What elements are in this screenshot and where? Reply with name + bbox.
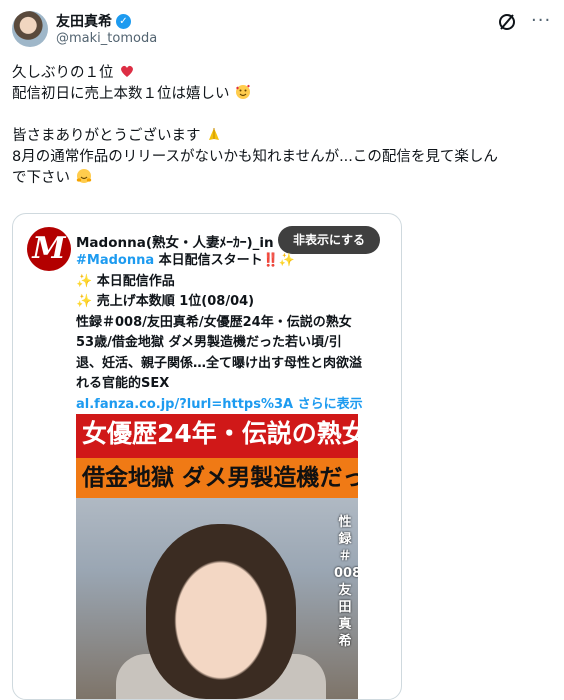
quoted-line: al.fanza.co.jp/?lurl=https%3A さらに表示 <box>76 395 394 416</box>
quoted-line: ✨ 本日配信作品 <box>76 272 394 293</box>
sparkles-icon: ✨ <box>278 253 296 268</box>
avatar[interactable] <box>12 11 48 47</box>
quoted-line: 性録＃008/友田真希/女優歴24年・伝説の熟女 <box>76 314 352 330</box>
cover-portrait <box>146 524 296 699</box>
cover-subtitle-band: 借金地獄 ダメ男製造機だった若い頃 <box>76 458 358 498</box>
grok-slash-icon[interactable] <box>497 12 517 32</box>
quoted-line: 53歳/借金地獄 ダメ男製造機だった若い頃/引 <box>76 335 342 350</box>
external-link[interactable]: al.fanza.co.jp/?lurl=https%3A <box>76 397 293 412</box>
tweet-line-text: 配信初日に売上本数１位は嬉しい <box>12 86 230 102</box>
tweet-line: 配信初日に売上本数１位は嬉しい <box>12 84 552 105</box>
smiling-hearts-icon <box>236 84 251 99</box>
verified-badge-icon: ✓ <box>116 13 131 29</box>
author-name[interactable]: 友田真希 <box>56 11 112 31</box>
tweet-line: 久しぶりの１位 <box>12 63 552 84</box>
cover-vertical-text: 性録＃008/友田真希 <box>334 515 358 649</box>
tweet-text: 久しぶりの１位 配信初日に売上本数１位は嬉しい 皆さまありがとうございます 8月… <box>12 63 552 189</box>
quoted-line: れる官能的SEX <box>76 376 170 391</box>
quoted-avatar-logo[interactable]: M <box>27 227 71 271</box>
cover-title-band: 女優歴24年・伝説の熟女53歳 <box>76 414 358 458</box>
quoted-line: ✨ 売上げ本数順 1位(08/04) <box>76 292 394 313</box>
tweet-line-text: 8月の通常作品のリリースがないかも知れませんが...この配信を見て楽しん <box>12 149 498 165</box>
quoted-line-text: 本日配信スタート <box>154 253 263 268</box>
heart-icon <box>121 65 134 77</box>
folded-hands-icon <box>209 128 220 140</box>
tweet-line: で下さい <box>12 168 552 189</box>
author-handle[interactable]: @maki_tomoda <box>56 31 157 46</box>
more-icon[interactable]: ··· <box>531 10 551 31</box>
quoted-line-text: 本日配信作品 <box>96 273 175 289</box>
hugging-face-icon <box>76 169 91 183</box>
sparkles-icon: ✨ <box>76 273 93 289</box>
cover-image[interactable]: 女優歴24年・伝説の熟女53歳 借金地獄 ダメ男製造機だった若い頃 性録＃008… <box>76 414 358 699</box>
quoted-tweet-card[interactable]: M Madonna(熟女・人妻ﾒｰｶｰ)_in 非表示にする #Madonna … <box>12 213 402 700</box>
author-name-row: 友田真希 ✓ <box>56 11 131 31</box>
tweet-line-text: で下さい <box>12 170 70 186</box>
hashtag-link[interactable]: #Madonna <box>76 253 154 268</box>
hide-button[interactable]: 非表示にする <box>278 226 380 254</box>
tweet-line-text: 皆さまありがとうございます <box>12 128 201 144</box>
show-more-link[interactable]: さらに表示 <box>298 397 363 412</box>
sparkles-icon: ✨ <box>76 294 93 309</box>
tweet-line: 8月の通常作品のリリースがないかも知れませんが...この配信を見て楽しん <box>12 147 552 168</box>
quoted-line: 退、妊活、親子関係…全て曝け出す母性と肉欲溢 <box>76 355 363 371</box>
quoted-line-text: 売上げ本数順 1位(08/04) <box>96 294 255 309</box>
quoted-line: #Madonna 本日配信スタート‼️✨ <box>76 251 394 272</box>
double-exclamation-icon: ‼️ <box>262 253 279 268</box>
tweet-line: 皆さまありがとうございます <box>12 126 552 147</box>
quoted-text: #Madonna 本日配信スタート‼️✨ ✨ 本日配信作品 ✨ 売上げ本数順 1… <box>76 251 394 415</box>
tweet-line-text: 久しぶりの１位 <box>12 65 114 81</box>
